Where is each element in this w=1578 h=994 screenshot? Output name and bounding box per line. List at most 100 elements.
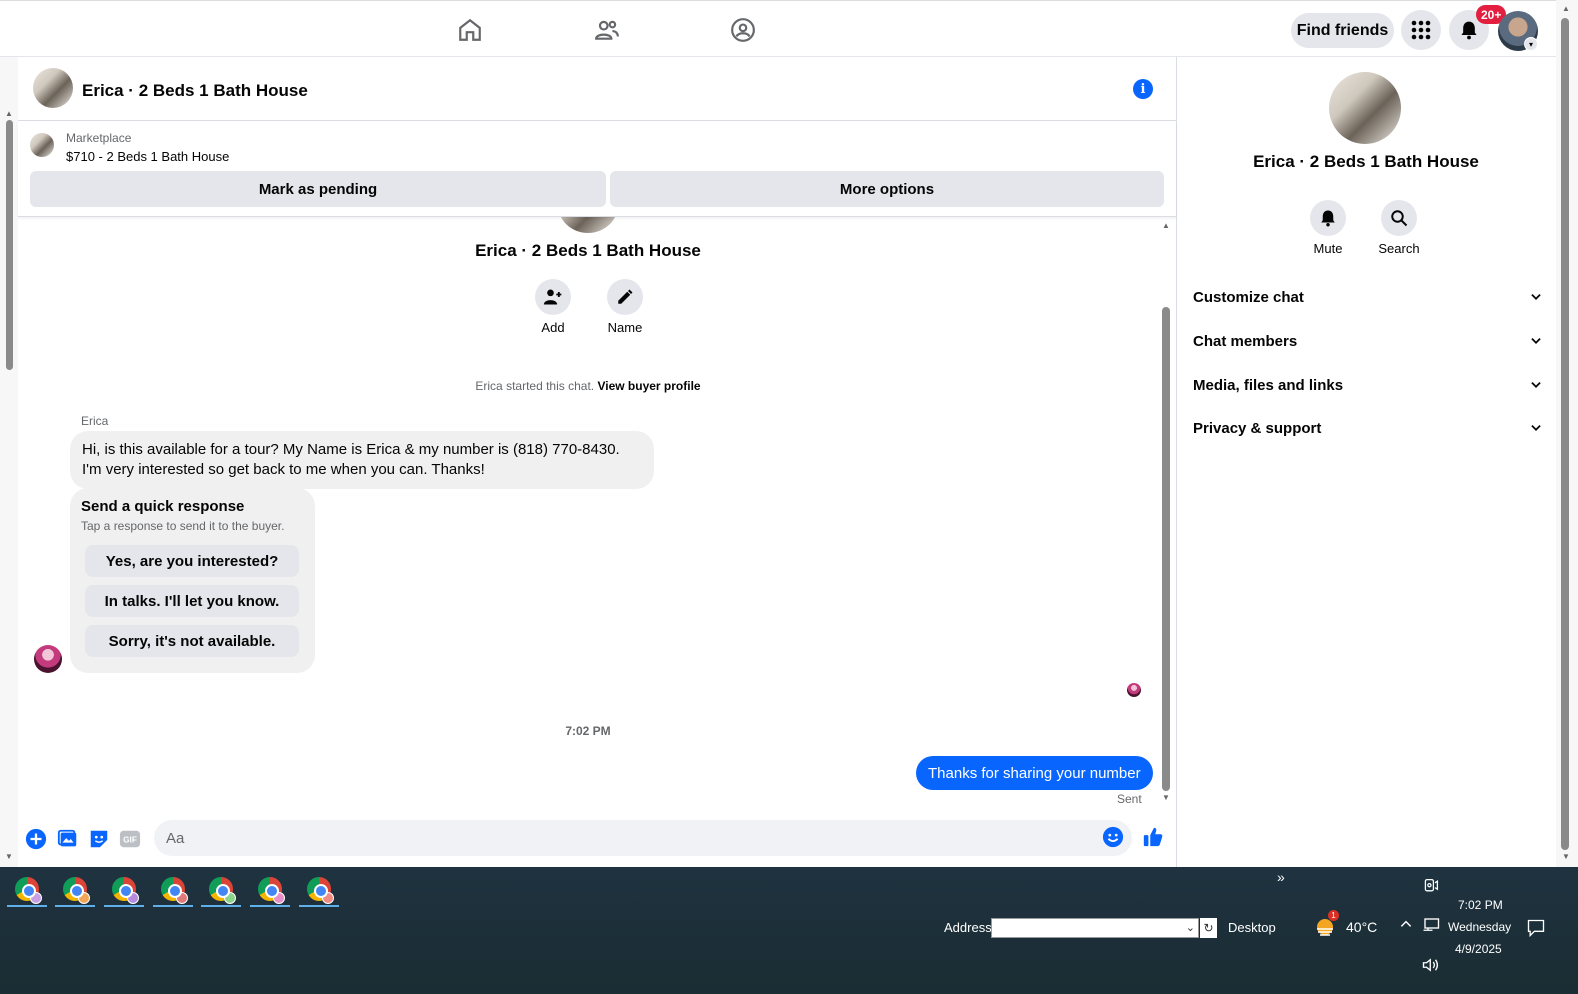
sticker-icon[interactable] [88, 828, 110, 850]
chrome-icon [63, 877, 90, 904]
window-scrollbar-thumb[interactable] [1561, 18, 1569, 850]
taskbar-chrome-app[interactable] [153, 873, 193, 907]
media-files-links-section[interactable]: Media, files and links [1193, 373, 1543, 397]
add-people-button[interactable] [535, 279, 571, 315]
info-icon[interactable]: i [1133, 79, 1153, 99]
clock-day[interactable]: Wednesday [1448, 920, 1511, 934]
weather-icon[interactable]: 1 [1314, 910, 1339, 938]
mute-button[interactable] [1310, 200, 1346, 236]
home-icon[interactable] [450, 11, 490, 49]
quick-response-option[interactable]: In talks. I'll let you know. [85, 585, 299, 617]
menu-button[interactable] [1401, 10, 1441, 50]
photo-icon[interactable] [57, 828, 79, 850]
chevron-down-icon [1529, 290, 1543, 304]
chrome-icon [112, 877, 139, 904]
message-thread: Erica · 2 Beds 1 Bath House Add Name Eri… [18, 217, 1176, 817]
plus-circle-icon[interactable] [25, 828, 47, 850]
chevron-down-icon[interactable]: ⌄ [1186, 921, 1195, 934]
network-icon[interactable] [1422, 917, 1440, 938]
seen-by-avatar [1127, 683, 1141, 697]
find-friends-button[interactable]: Find friends [1291, 13, 1394, 48]
gif-icon[interactable]: GIF [119, 828, 141, 850]
message-timestamp: 7:02 PM [565, 724, 611, 738]
view-buyer-profile-link[interactable]: View buyer profile [597, 379, 700, 393]
emoji-icon[interactable] [1102, 826, 1124, 848]
scroll-up-arrow-icon[interactable]: ▲ [1562, 4, 1570, 13]
chrome-icon [258, 877, 285, 904]
more-options-button[interactable]: More options [610, 171, 1164, 207]
clock-date[interactable]: 4/9/2025 [1455, 942, 1502, 956]
weather-temperature[interactable]: 40°C [1346, 919, 1377, 935]
address-input[interactable]: ⌄ [991, 918, 1199, 938]
marketplace-listing-bar: Marketplace $710 - 2 Beds 1 Bath House M… [18, 121, 1176, 217]
friends-icon[interactable] [587, 11, 627, 49]
name-label: Name [607, 320, 643, 335]
taskbar-chrome-app[interactable] [250, 873, 290, 907]
left-scrollbar-thumb[interactable] [6, 120, 13, 370]
taskbar-chrome-app[interactable] [299, 873, 339, 907]
chat-title[interactable]: Erica · 2 Beds 1 Bath House [82, 81, 308, 101]
chat-members-section[interactable]: Chat members [1193, 329, 1543, 353]
search-button[interactable] [1381, 200, 1417, 236]
buyer-message-bubble[interactable]: Hi, is this available for a tour? My Nam… [70, 431, 654, 489]
message-input[interactable] [154, 820, 1132, 856]
chrome-icon [15, 877, 42, 904]
chrome-icon [209, 877, 236, 904]
taskbar-chrome-app[interactable] [7, 873, 47, 907]
started-text: Erica started this chat. [475, 379, 595, 393]
thread-scrollbar[interactable]: ▲ ▼ [1158, 217, 1176, 807]
quick-response-title: Send a quick response [81, 498, 245, 515]
listing-title[interactable]: $710 - 2 Beds 1 Bath House [66, 149, 229, 164]
chevron-down-icon [1529, 334, 1543, 348]
scroll-up-arrow-icon[interactable]: ▲ [1162, 221, 1170, 230]
buyer-avatar[interactable] [34, 645, 62, 673]
my-message-bubble[interactable]: Thanks for sharing your number [916, 756, 1153, 790]
refresh-icon[interactable]: ↻ [1200, 918, 1217, 938]
scroll-up-arrow-icon[interactable]: ▲ [5, 109, 13, 118]
taskbar-chrome-app[interactable] [201, 873, 241, 907]
quick-response-option[interactable]: Yes, are you interested? [85, 545, 299, 577]
taskbar-chrome-app[interactable] [104, 873, 144, 907]
rename-button[interactable] [607, 279, 643, 315]
conversation-avatar[interactable] [1329, 72, 1401, 144]
quick-response-option[interactable]: Sorry, it's not available. [85, 625, 299, 657]
section-label: Customize chat [1193, 288, 1304, 306]
show-hidden-icons-icon[interactable] [1399, 917, 1413, 934]
listing-small-thumbnail[interactable] [30, 133, 54, 157]
customize-chat-section[interactable]: Customize chat [1193, 285, 1543, 309]
clock-time[interactable]: 7:02 PM [1458, 898, 1503, 912]
listing-thumbnail[interactable] [33, 68, 73, 108]
taskbar-chrome-app[interactable] [55, 873, 95, 907]
bell-icon [1459, 20, 1479, 40]
quick-response-card: Send a quick response Tap a response to … [70, 488, 315, 673]
chevron-down-icon[interactable]: ▾ [1524, 37, 1538, 51]
message-composer: GIF [18, 817, 1176, 867]
scroll-down-arrow-icon[interactable]: ▼ [1162, 793, 1170, 802]
volume-icon[interactable] [1422, 957, 1440, 978]
chevron-down-icon [1529, 421, 1543, 435]
meet-now-icon[interactable] [1423, 877, 1439, 900]
search-icon [1390, 209, 1408, 227]
thread-scrollbar-thumb[interactable] [1162, 307, 1170, 791]
windows-taskbar: » Address ⌄ ↻ Desktop 1 40°C 7:02 PM Wed… [0, 867, 1578, 994]
privacy-support-section[interactable]: Privacy & support [1193, 416, 1543, 440]
section-label: Chat members [1193, 332, 1298, 350]
desktop-toolbar-label[interactable]: Desktop [1228, 920, 1276, 935]
add-person-icon [543, 287, 563, 307]
mark-as-pending-button[interactable]: Mark as pending [30, 171, 606, 207]
intro-avatar [558, 217, 618, 233]
intro-title: Erica · 2 Beds 1 Bath House [475, 241, 701, 260]
scroll-down-arrow-icon[interactable]: ▼ [5, 852, 13, 861]
groups-icon[interactable] [723, 11, 763, 49]
conversation-title: Erica · 2 Beds 1 Bath House [1253, 152, 1479, 171]
thumbs-up-icon[interactable] [1142, 826, 1164, 848]
scroll-down-arrow-icon[interactable]: ▼ [1562, 852, 1570, 861]
toolbar-overflow-icon[interactable]: » [1277, 869, 1285, 885]
bell-icon [1319, 209, 1337, 227]
weather-alert-badge: 1 [1328, 910, 1339, 921]
action-center-icon[interactable] [1526, 918, 1546, 943]
add-label: Add [541, 320, 565, 335]
conversation-details-panel: Erica · 2 Beds 1 Bath House Mute Search … [1176, 57, 1556, 867]
grid-menu-icon [1411, 20, 1431, 40]
chrome-icon [307, 877, 334, 904]
